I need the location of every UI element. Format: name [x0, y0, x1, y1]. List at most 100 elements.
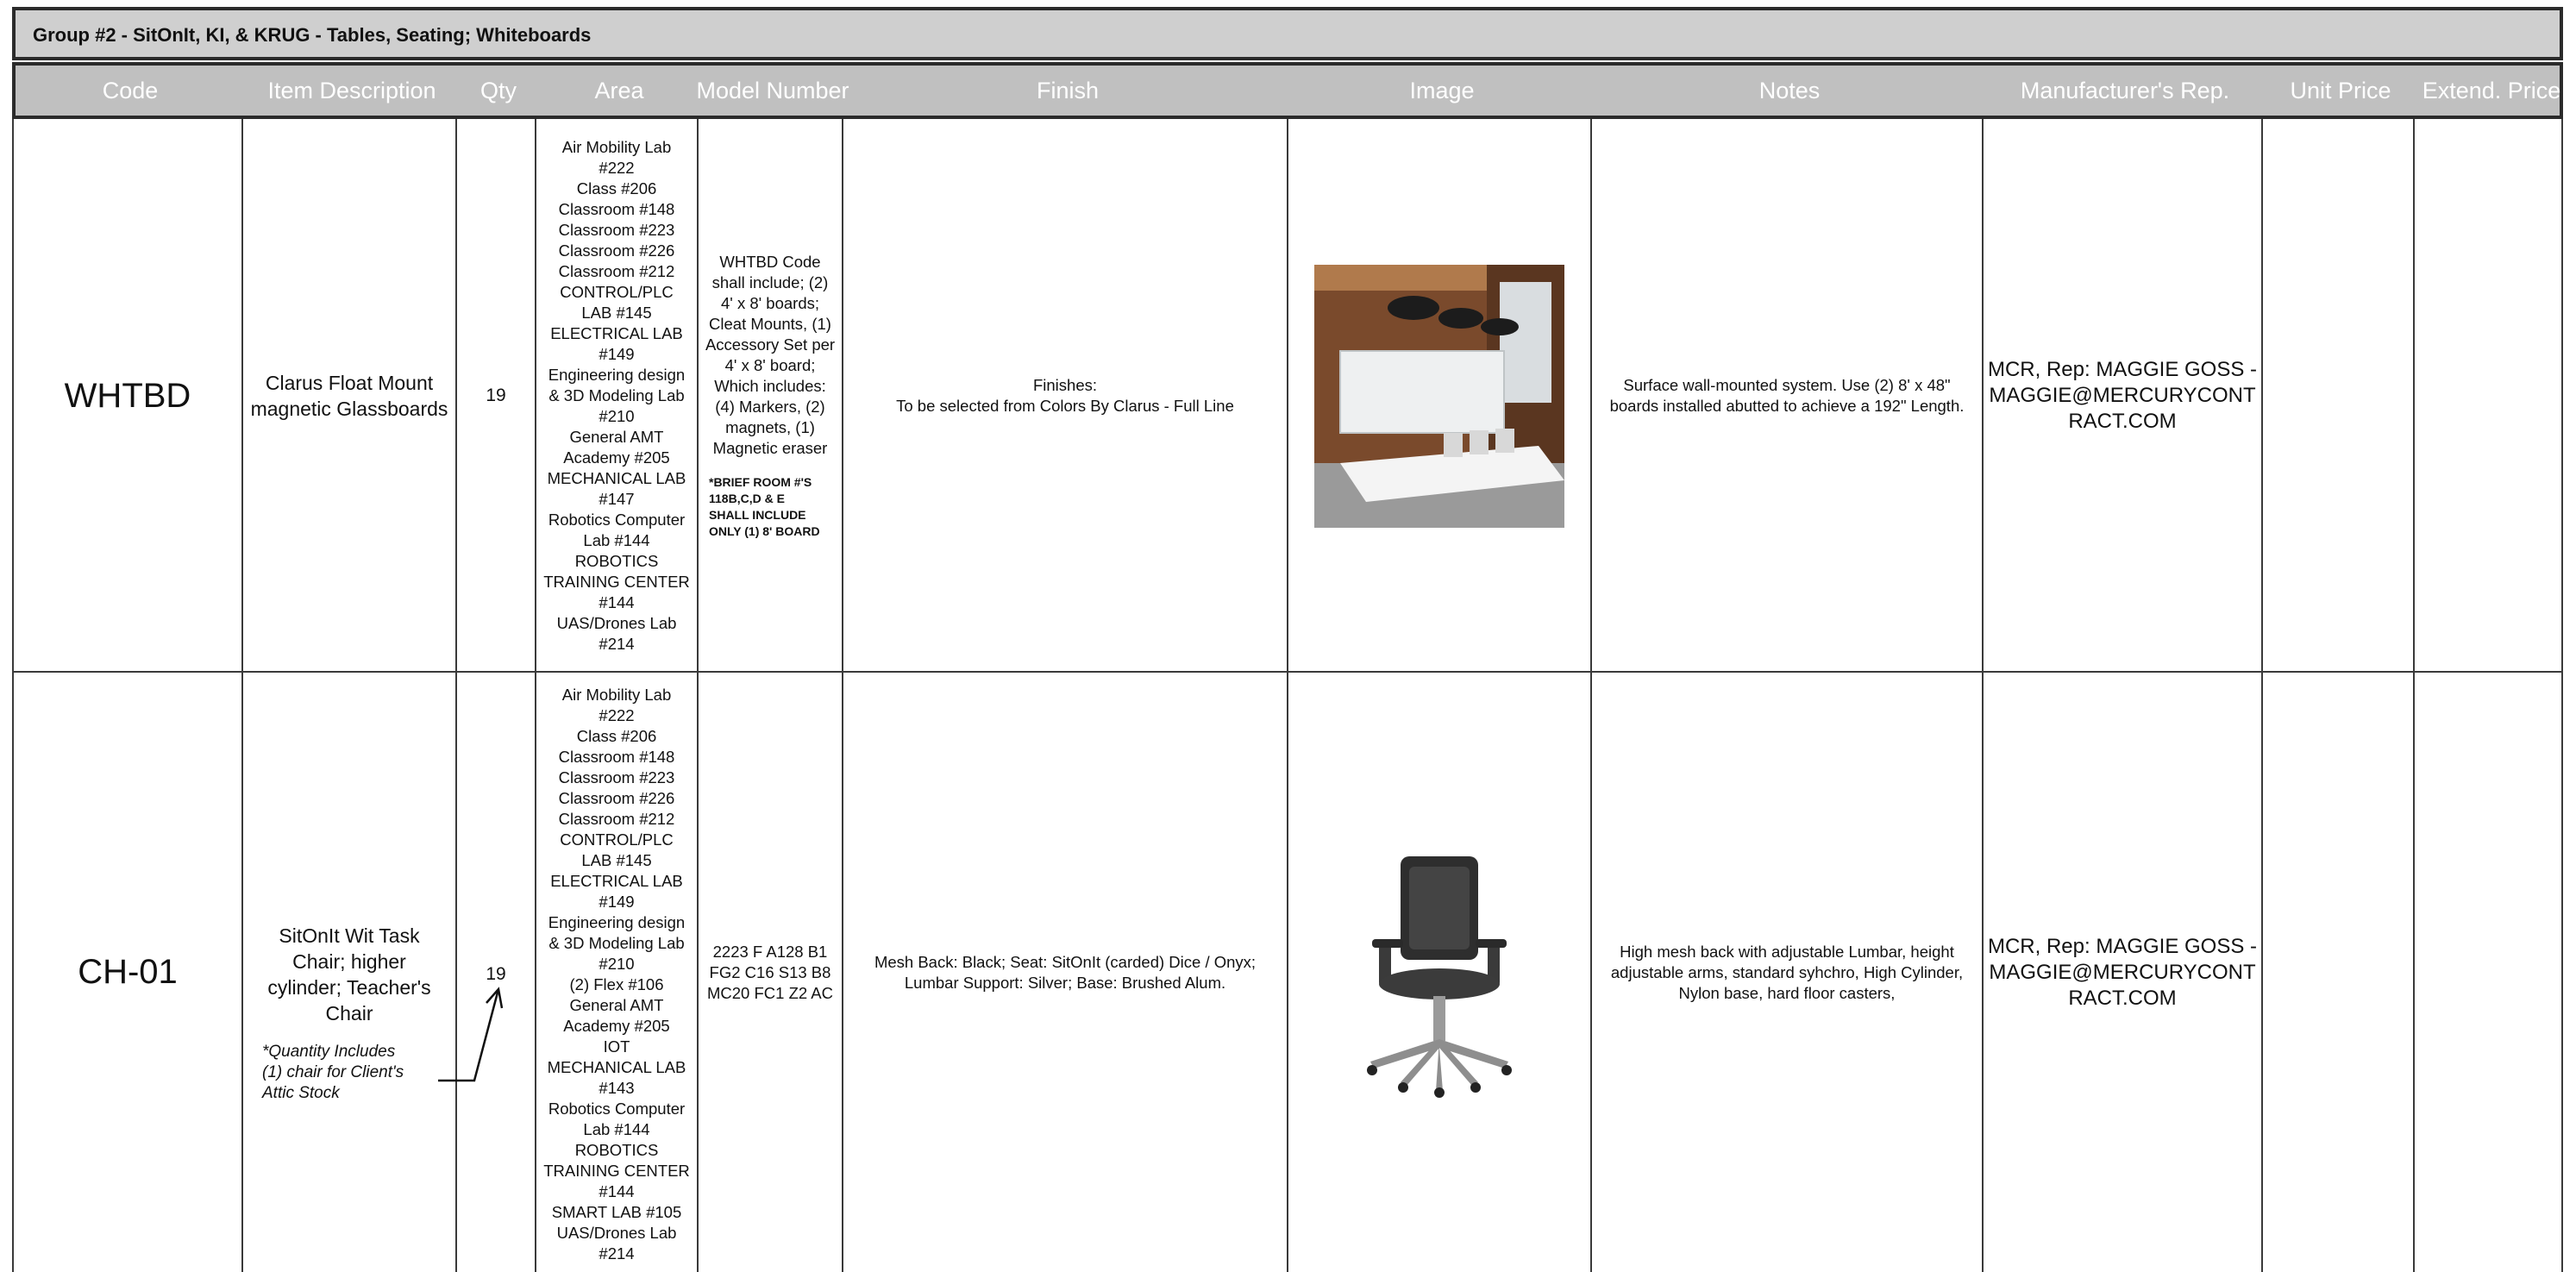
area-line: Engineering design: [548, 913, 686, 931]
extend-price-cell[interactable]: [2415, 121, 2561, 671]
area-line: Classroom #223: [558, 221, 675, 239]
area-line: #149: [599, 893, 635, 911]
rep-line: MCR, Rep: MAGGIE GOSS -: [1987, 358, 2258, 381]
header-item-description[interactable]: Item Description: [245, 66, 459, 116]
area-line: ROBOTICS: [574, 552, 659, 570]
notes-line: adjustable arms, standard syhchro, High …: [1610, 962, 1964, 981]
qty-cell[interactable]: 19: [457, 121, 535, 671]
area-line: MECHANICAL LAB: [547, 469, 686, 487]
brief-room-note: *BRIEF ROOM #'S 118B,C,D & E SHALL INCLU…: [699, 474, 820, 540]
area-line: (2) Flex #106: [569, 975, 664, 993]
area-line: UAS/Drones Lab: [556, 614, 677, 632]
area-line: ELECTRICAL LAB: [550, 324, 683, 342]
area-line: TRAINING CENTER: [543, 1162, 690, 1180]
description-cell[interactable]: Clarus Float Mount magnetic Glassboards: [243, 121, 455, 671]
header-area[interactable]: Area: [538, 66, 700, 116]
header-finish[interactable]: Finish: [845, 66, 1290, 116]
description-line: cylinder; Teacher's: [267, 976, 431, 999]
area-line: IOT: [603, 1037, 630, 1056]
area-line: #222: [599, 159, 635, 177]
finish-cell[interactable]: Finishes: To be selected from Colors By …: [843, 121, 1287, 671]
area-line: #144: [599, 593, 635, 611]
area-line: #214: [599, 635, 635, 653]
header-qty[interactable]: Qty: [459, 66, 538, 116]
model-line: Cleat Mounts, (1): [709, 315, 831, 333]
rep-line: MCR, Rep: MAGGIE GOSS -: [1987, 934, 2258, 958]
notes-cell[interactable]: High mesh back with adjustable Lumbar, h…: [1592, 673, 1982, 1272]
model-line: Accessory Set per: [705, 335, 836, 354]
area-line: #210: [599, 955, 635, 973]
manufacturers-rep-cell[interactable]: MCR, Rep: MAGGIE GOSS - MAGGIE@MERCURYCO…: [1984, 121, 2261, 671]
header-unit-price[interactable]: Unit Price: [2265, 66, 2416, 116]
notes-line: Nylon base, hard floor casters,: [1678, 983, 1896, 1002]
manufacturers-rep-cell[interactable]: MCR, Rep: MAGGIE GOSS - MAGGIE@MERCURYCO…: [1984, 673, 2261, 1272]
finish-cell[interactable]: Mesh Back: Black; Seat: SitOnIt (carded)…: [843, 673, 1287, 1272]
task-chair-photo-icon: [1367, 855, 1512, 1098]
model-line: MC20 FC1 Z2 AC: [707, 983, 833, 1002]
brief-room-note-line: ONLY (1) 8' BOARD: [709, 524, 820, 538]
code-cell[interactable]: CH-01: [14, 673, 241, 1272]
code-cell[interactable]: WHTBD: [14, 121, 241, 671]
area-line: ELECTRICAL LAB: [550, 872, 683, 890]
model-number-cell[interactable]: 2223 F A128 B1 FG2 C16 S13 B8 MC20 FC1 Z…: [699, 673, 842, 1272]
rep-line: MAGGIE@MERCURYCONT: [1989, 384, 2256, 407]
area-line: Engineering design: [548, 366, 686, 384]
description-line: Chair; higher: [292, 950, 406, 973]
group-title-bar: Group #2 - SitOnIt, KI, & KRUG - Tables,…: [12, 7, 2563, 60]
area-line: Classroom #148: [558, 200, 675, 218]
area-cell[interactable]: Air Mobility Lab #222 Class #206 Classro…: [536, 121, 697, 671]
brief-room-note-line: *BRIEF ROOM #'S: [709, 475, 812, 489]
notes-cell[interactable]: Surface wall-mounted system. Use (2) 8' …: [1592, 121, 1982, 671]
rep-line: MAGGIE@MERCURYCONT: [1989, 960, 2256, 984]
image-cell[interactable]: [1288, 121, 1590, 671]
area-line: Lab #144: [583, 1120, 650, 1138]
attic-stock-note-line: (1) chair for Client's: [262, 1063, 404, 1081]
model-line: Which includes:: [714, 377, 826, 395]
area-line: Lab #144: [583, 531, 650, 549]
header-image[interactable]: Image: [1290, 66, 1594, 116]
extend-price-cell[interactable]: [2415, 673, 2561, 1272]
area-line: LAB #145: [581, 851, 652, 869]
area-line: Air Mobility Lab: [561, 686, 672, 704]
area-line: Classroom #148: [558, 748, 675, 766]
area-line: Class #206: [576, 179, 657, 197]
description-line: SitOnIt Wit Task: [279, 924, 420, 947]
rep-line: RACT.COM: [2068, 986, 2177, 1010]
header-code[interactable]: Code: [16, 66, 245, 116]
area-line: TRAINING CENTER: [543, 573, 690, 591]
area-line: #210: [599, 407, 635, 425]
area-line: LAB #145: [581, 304, 652, 322]
area-line: #143: [599, 1079, 635, 1097]
area-line: & 3D Modeling Lab: [548, 386, 685, 404]
model-line: 2223 F A128 B1: [712, 942, 828, 961]
header-model-number[interactable]: Model Number: [696, 66, 849, 116]
area-line: Classroom #212: [558, 262, 675, 280]
area-line: MECHANICAL LAB: [547, 1058, 686, 1076]
area-line: CONTROL/PLC: [560, 283, 674, 301]
image-cell[interactable]: [1288, 673, 1590, 1272]
brief-room-note-line: 118B,C,D & E: [709, 492, 785, 505]
header-extend-price[interactable]: Extend. Price: [2416, 66, 2567, 116]
area-line: Classroom #212: [558, 810, 675, 828]
attic-stock-note-line: *Quantity Includes: [262, 1043, 396, 1061]
model-line: WHTBD Code: [719, 253, 821, 271]
area-line: Academy #205: [563, 1017, 670, 1035]
unit-price-cell[interactable]: [2263, 121, 2413, 671]
area-line: General AMT: [569, 428, 664, 446]
description-line: magnetic Glassboards: [250, 398, 448, 420]
area-line: Robotics Computer: [548, 1100, 686, 1118]
area-line: Classroom #226: [558, 789, 675, 807]
rep-line: RACT.COM: [2068, 410, 2177, 433]
model-number-cell[interactable]: WHTBD Code shall include; (2) 4' x 8' bo…: [699, 121, 842, 671]
callout-arrow-icon: [438, 987, 504, 1082]
area-cell[interactable]: Air Mobility Lab #222 Class #206 Classro…: [536, 673, 697, 1272]
area-line: ROBOTICS: [574, 1141, 659, 1159]
area-line: Class #206: [576, 727, 657, 745]
header-manufacturers-rep[interactable]: Manufacturer's Rep.: [1985, 66, 2265, 116]
description-line: Clarus Float Mount: [265, 372, 434, 394]
model-line: 4' x 8' board;: [724, 356, 816, 374]
area-line: Air Mobility Lab: [561, 138, 672, 156]
header-notes[interactable]: Notes: [1594, 66, 1985, 116]
unit-price-cell[interactable]: [2263, 673, 2413, 1272]
finish-line: Mesh Back: Black; Seat: SitOnIt (carded)…: [874, 952, 1257, 971]
